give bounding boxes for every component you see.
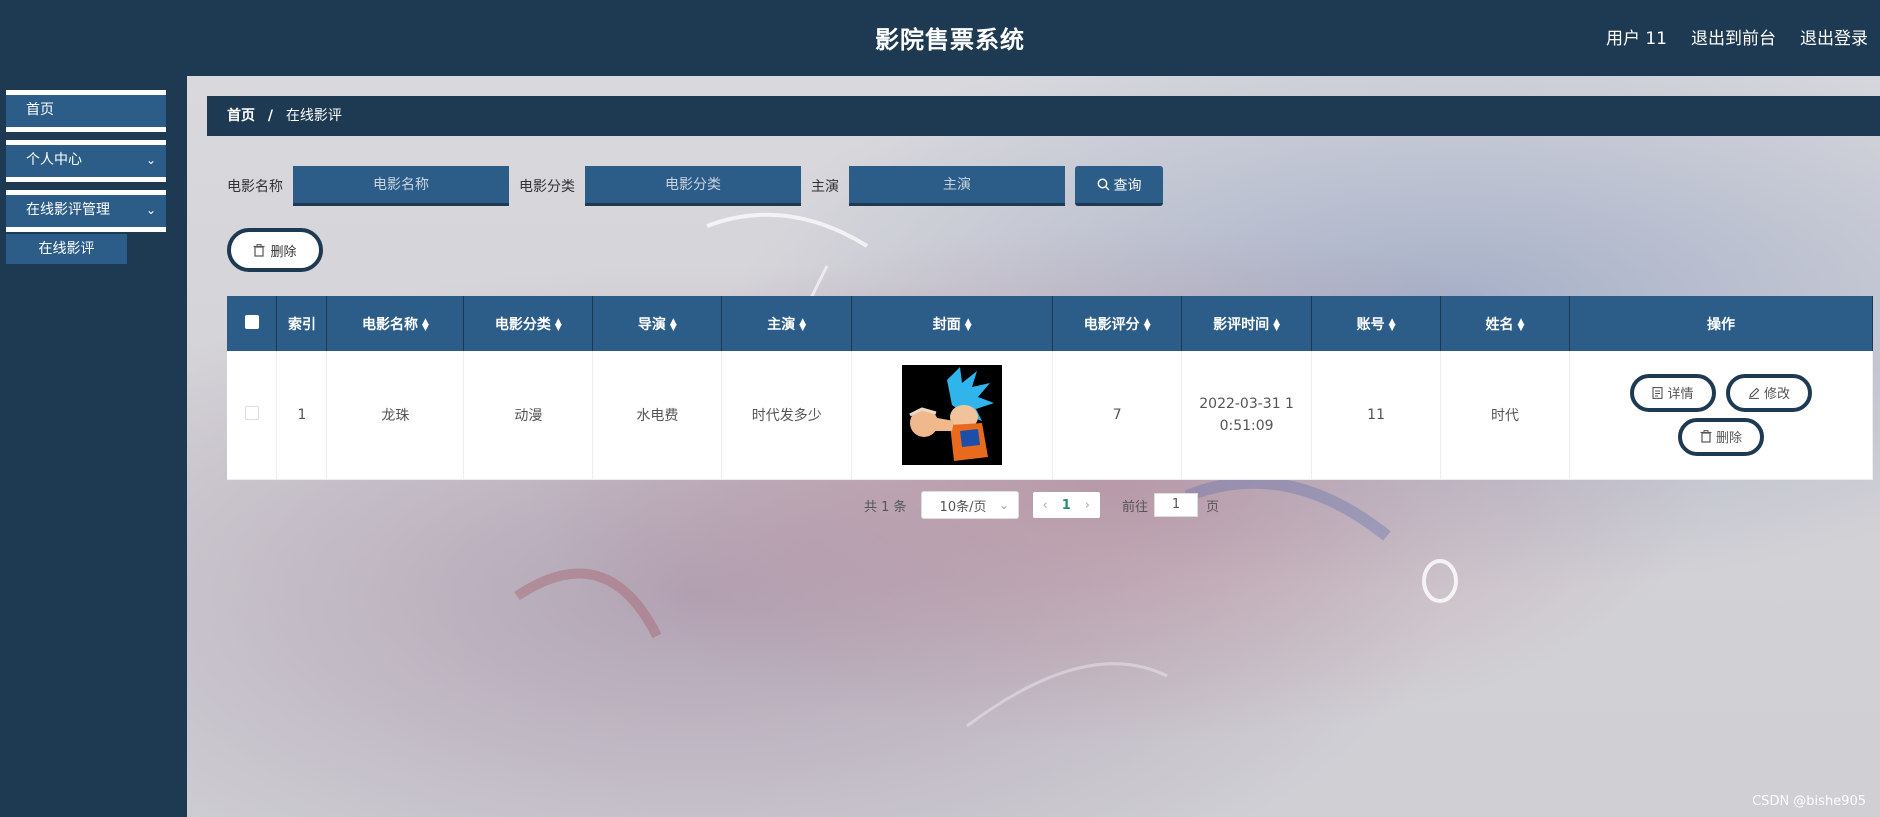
sidebar-item-home[interactable]: 首页 — [6, 90, 166, 132]
breadcrumb-home[interactable]: 首页 — [227, 108, 255, 124]
trash-icon — [253, 243, 265, 257]
breadcrumb-current: 在线影评 — [285, 108, 342, 124]
document-icon — [1652, 386, 1664, 399]
category-input[interactable] — [585, 166, 801, 206]
cell-score: 7 — [1052, 351, 1183, 480]
cell-operations: 详情 修改 删除 — [1569, 351, 1874, 480]
column-header-index: 索引 — [276, 296, 328, 351]
cover-image[interactable] — [902, 364, 1003, 465]
sort-icon[interactable]: ▲ ▼ — [555, 317, 562, 332]
sort-icon[interactable]: ▲ ▼ — [670, 317, 677, 332]
edit-icon — [1748, 387, 1760, 399]
breadcrumb-separator: / — [267, 108, 273, 124]
top-header: 影院售票系统 用户 11 退出到前台 退出登录 — [0, 0, 1880, 76]
column-header-actor[interactable]: 主演 ▲ ▼ — [721, 296, 853, 351]
cell-account: 11 — [1311, 351, 1442, 480]
sidebar-item-review-management[interactable]: 在线影评管理 ⌄ — [6, 190, 166, 232]
column-header-cover[interactable]: 封面 ▲ ▼ — [851, 296, 1054, 351]
page-size-value: 10条/页 — [939, 499, 987, 515]
column-header-movie-name[interactable]: 电影名称 ▲ ▼ — [326, 296, 465, 351]
select-all-checkbox[interactable] — [244, 314, 259, 329]
column-header-director[interactable]: 导演 ▲ ▼ — [592, 296, 723, 351]
sort-icon[interactable]: ▲ ▼ — [1389, 317, 1396, 332]
search-bar: 电影名称 电影分类 主演 查询 — [227, 166, 1163, 206]
column-header-account[interactable]: 账号 ▲ ▼ — [1311, 296, 1442, 351]
review-table: 索引 电影名称 ▲ ▼ 电影分类 ▲ ▼ 导演 ▲ ▼ 主演 ▲ ▼ 封面 ▲ ▼ 电影评分 ▲ ▼ 影… — [227, 296, 1874, 480]
sort-icon[interactable]: ▲ ▼ — [1518, 317, 1525, 332]
chevron-down-icon: ⌄ — [145, 203, 156, 217]
sort-icon[interactable]: ▲ ▼ — [422, 317, 429, 332]
app-title: 影院售票系统 — [875, 26, 1025, 54]
sidebar: 首页 个人中心 ⌄ 在线影评管理 ⌄ 在线影评 — [0, 76, 187, 817]
cell-cover — [851, 351, 1054, 480]
logout-link[interactable]: 退出登录 — [1800, 24, 1868, 49]
actor-input[interactable] — [849, 166, 1065, 206]
sidebar-item-label: 首页 — [26, 102, 54, 118]
sidebar-item-label: 个人中心 — [26, 152, 82, 168]
column-header-operations: 操作 — [1569, 296, 1874, 351]
delete-row-label: 删除 — [1715, 431, 1742, 447]
sidebar-item-label: 在线影评管理 — [26, 202, 110, 218]
cell-name: 时代 — [1440, 351, 1570, 480]
cell-movie-name: 龙珠 — [326, 351, 465, 480]
next-page-icon[interactable]: › — [1085, 498, 1090, 513]
sidebar-item-personal-center[interactable]: 个人中心 ⌄ — [6, 140, 166, 182]
sort-icon[interactable]: ▲ ▼ — [1144, 317, 1151, 332]
column-header-score[interactable]: 电影评分 ▲ ▼ — [1052, 296, 1183, 351]
table-row: 1 龙珠 动漫 水电费 时代发多少 7 2022-03-31 10:51:09 … — [227, 351, 1874, 480]
pager-total: 共 1 条 — [864, 499, 907, 515]
column-header-review-time[interactable]: 影评时间 ▲ ▼ — [1181, 296, 1313, 351]
trash-icon — [1700, 430, 1712, 443]
chevron-down-icon: ⌄ — [998, 497, 1010, 513]
column-header-category[interactable]: 电影分类 ▲ ▼ — [463, 296, 594, 351]
watermark: CSDN @bishe905 — [1752, 794, 1866, 809]
current-page-number[interactable]: 1 — [1062, 498, 1071, 513]
user-name[interactable]: 用户 11 — [1606, 24, 1667, 49]
movie-name-label: 电影名称 — [227, 179, 283, 195]
actor-label: 主演 — [811, 179, 839, 195]
edit-button[interactable]: 修改 — [1725, 373, 1812, 412]
movie-name-input[interactable] — [293, 166, 509, 206]
edit-button-label: 修改 — [1763, 387, 1790, 403]
chevron-down-icon: ⌄ — [145, 153, 156, 167]
top-right-links: 用户 11 退出到前台 退出登录 — [1606, 24, 1868, 49]
header-select-all[interactable] — [227, 296, 278, 351]
sort-icon[interactable]: ▲ ▼ — [965, 317, 972, 332]
query-button[interactable]: 查询 — [1075, 166, 1163, 206]
page-size-select[interactable]: 10条/页 ⌄ — [920, 491, 1019, 519]
detail-button-label: 详情 — [1667, 387, 1694, 403]
cell-actor: 时代发多少 — [721, 351, 853, 480]
main-content: 首页 / 在线影评 电影名称 电影分类 主演 查询 删除 索引 电影名称▲▼ 电… — [187, 76, 1880, 817]
sort-icon[interactable]: ▲ ▼ — [799, 317, 806, 332]
prev-page-icon[interactable]: ‹ — [1043, 498, 1048, 513]
row-checkbox[interactable] — [244, 405, 259, 420]
goto-page-input[interactable]: 1 — [1154, 493, 1199, 517]
pagination: 共 1 条 10条/页 ⌄ ‹ 1 › 前往 1 页 — [864, 491, 1219, 519]
breadcrumb: 首页 / 在线影评 — [207, 96, 1880, 136]
cell-category: 动漫 — [463, 351, 594, 480]
cell-director: 水电费 — [592, 351, 723, 480]
query-button-label: 查询 — [1113, 176, 1142, 193]
category-label: 电影分类 — [519, 179, 575, 195]
goto-label: 前往 — [1122, 499, 1149, 515]
page-suffix: 页 — [1206, 499, 1220, 515]
batch-delete-button[interactable]: 删除 — [227, 228, 323, 272]
column-header-name[interactable]: 姓名 ▲ ▼ — [1440, 296, 1570, 351]
sort-icon[interactable]: ▲ ▼ — [1273, 317, 1280, 332]
cell-index: 1 — [276, 351, 328, 480]
search-icon — [1097, 178, 1110, 191]
cell-review-time: 2022-03-31 10:51:09 — [1181, 351, 1313, 480]
batch-delete-label: 删除 — [270, 244, 297, 260]
table-header-row: 索引 电影名称 ▲ ▼ 电影分类 ▲ ▼ 导演 ▲ ▼ 主演 ▲ ▼ 封面 ▲ ▼ 电影评分 ▲ ▼ 影… — [227, 296, 1874, 351]
delete-row-button[interactable]: 删除 — [1677, 417, 1764, 456]
sidebar-subitem-online-review[interactable]: 在线影评 — [6, 234, 127, 264]
exit-to-front-link[interactable]: 退出到前台 — [1691, 24, 1776, 49]
detail-button[interactable]: 详情 — [1629, 373, 1716, 412]
row-select-cell[interactable] — [227, 351, 278, 480]
page-buttons: ‹ 1 › — [1032, 492, 1100, 518]
